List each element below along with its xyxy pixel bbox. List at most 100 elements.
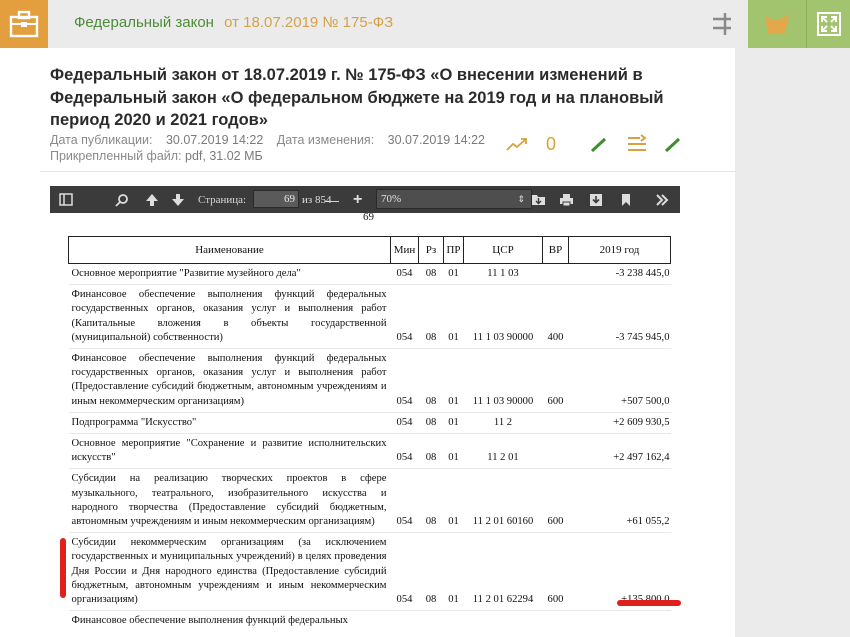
bookmark-icon — [622, 193, 630, 206]
trend-icon — [506, 138, 527, 151]
pencil-icon — [664, 137, 681, 153]
prev-page-button[interactable] — [142, 186, 162, 213]
zoom-out-button[interactable]: — — [325, 186, 339, 213]
row-vr: 400 — [542, 284, 569, 349]
row-min: 054 — [390, 433, 419, 469]
row-min — [390, 610, 419, 632]
row-vr — [542, 411, 569, 434]
briefcase-icon — [9, 10, 39, 38]
row-min: 054 — [390, 468, 419, 533]
publication-meta: Дата публикации: 30.07.2019 14:22 Дата и… — [50, 133, 485, 147]
table-row: Финансовое обеспечение выполнения функци… — [68, 610, 671, 632]
row-name: Основное мероприятие "Сохранение и разви… — [68, 433, 391, 469]
col-header: Рз — [418, 236, 444, 264]
row-csr: 11 1 03 90000 — [463, 348, 543, 413]
sidebar-toggle-button[interactable] — [56, 186, 76, 213]
split-view-icon — [713, 13, 731, 35]
arrow-down-icon — [172, 193, 184, 206]
row-name: Финансовое обеспечение выполнения функци… — [68, 610, 391, 632]
row-pr: 01 — [443, 348, 464, 413]
edit-button[interactable] — [590, 130, 608, 158]
folder-icon — [531, 195, 545, 205]
list-button[interactable] — [626, 130, 648, 158]
file-label: Прикрепленный файл: — [50, 149, 182, 163]
next-page-button[interactable] — [168, 186, 188, 213]
table-row: Основное мероприятие "Сохранение и разви… — [68, 433, 671, 469]
download-icon — [590, 193, 602, 206]
table-row: Финансовое обеспечение выполнения функци… — [68, 284, 671, 349]
row-amount — [568, 610, 671, 632]
table-header: Наименование Мин Рз ПР ЦСР ВР 2019 год — [68, 236, 671, 264]
row-min: 054 — [390, 284, 419, 349]
row-csr: 11 2 01 — [463, 433, 543, 469]
col-header: ВР — [542, 236, 569, 264]
search-button[interactable] — [112, 186, 132, 213]
row-rz: 08 — [418, 262, 444, 285]
pdf-page: Наименование Мин Рз ПР ЦСР ВР 2019 год О… — [68, 236, 671, 632]
top-bar: Федеральный закон от 18.07.2019 № 175-ФЗ — [0, 0, 850, 48]
highlight-mark-vertical — [60, 538, 66, 598]
row-amount: +507 500,0 — [568, 348, 671, 413]
row-pr: 01 — [443, 262, 464, 285]
row-pr: 01 — [443, 468, 464, 533]
briefcase-button[interactable] — [0, 0, 48, 48]
trend-button[interactable] — [506, 130, 528, 158]
row-rz: 08 — [418, 411, 444, 434]
file-value[interactable]: pdf, 31.02 МБ — [185, 149, 263, 163]
row-csr: 11 2 01 60160 — [463, 468, 543, 533]
double-chevron-icon — [656, 193, 669, 206]
expand-button[interactable] — [806, 0, 850, 48]
breadcrumb-law[interactable]: Федеральный закон — [74, 14, 214, 31]
search-icon — [115, 193, 128, 207]
row-vr — [542, 262, 569, 285]
breadcrumb-date: от 18.07.2019 № 175-ФЗ — [224, 14, 394, 31]
row-rz — [418, 610, 444, 632]
download-button[interactable] — [586, 186, 606, 213]
col-header: ЦСР — [463, 236, 543, 264]
row-vr: 600 — [542, 532, 569, 611]
row-name: Финансовое обеспечение выполнения функци… — [68, 348, 391, 413]
row-pr: 01 — [443, 433, 464, 469]
print-icon — [559, 193, 573, 206]
row-csr — [463, 610, 543, 632]
zoom-value: 70% — [381, 193, 402, 205]
row-name: Подпрограмма "Искусство" — [68, 411, 391, 434]
table-row: Основное мероприятие "Развитие музейного… — [68, 262, 671, 285]
row-csr: 11 2 — [463, 411, 543, 434]
leaf-button[interactable] — [748, 0, 806, 48]
published-label: Дата публикации: — [50, 133, 153, 147]
open-file-button[interactable] — [528, 186, 548, 213]
list-icon — [628, 134, 647, 151]
zoom-select[interactable]: 70% ⇕ — [376, 189, 532, 209]
row-rz: 08 — [418, 468, 444, 533]
sidebar-icon — [59, 193, 73, 206]
row-pr: 01 — [443, 284, 464, 349]
table-row: Подпрограмма "Искусство" 054 08 01 11 2 … — [68, 411, 671, 434]
divider — [40, 171, 735, 172]
row-name: Основное мероприятие "Развитие музейного… — [68, 262, 391, 285]
changed-value: 30.07.2019 14:22 — [387, 133, 485, 147]
page-number-input[interactable]: 69 — [253, 190, 299, 208]
row-min: 054 — [390, 411, 419, 434]
row-pr — [443, 610, 464, 632]
print-button[interactable] — [556, 186, 576, 213]
row-vr — [542, 610, 569, 632]
row-name: Субсидии на реализацию творческих проект… — [68, 468, 391, 533]
more-tools-button[interactable] — [652, 186, 672, 213]
row-amount: -3 238 445,0 — [568, 262, 671, 285]
col-header: 2019 год — [568, 236, 671, 264]
page-number-under-toolbar: 69 — [363, 211, 374, 223]
zoom-in-button[interactable]: + — [353, 186, 362, 213]
views-counter: 0 — [546, 133, 557, 154]
edit-note-button[interactable] — [664, 130, 682, 158]
col-header: ПР — [443, 236, 464, 264]
chevron-updown-icon: ⇕ — [517, 194, 525, 204]
bookmark-button[interactable] — [616, 186, 636, 213]
col-header: Мин — [390, 236, 419, 264]
row-csr: 11 2 01 62294 — [463, 532, 543, 611]
split-view-button[interactable] — [696, 0, 748, 48]
arrow-up-icon — [146, 193, 158, 206]
row-vr: 600 — [542, 348, 569, 413]
row-min: 054 — [390, 348, 419, 413]
page-title: Федеральный закон от 18.07.2019 г. № 175… — [50, 66, 664, 129]
